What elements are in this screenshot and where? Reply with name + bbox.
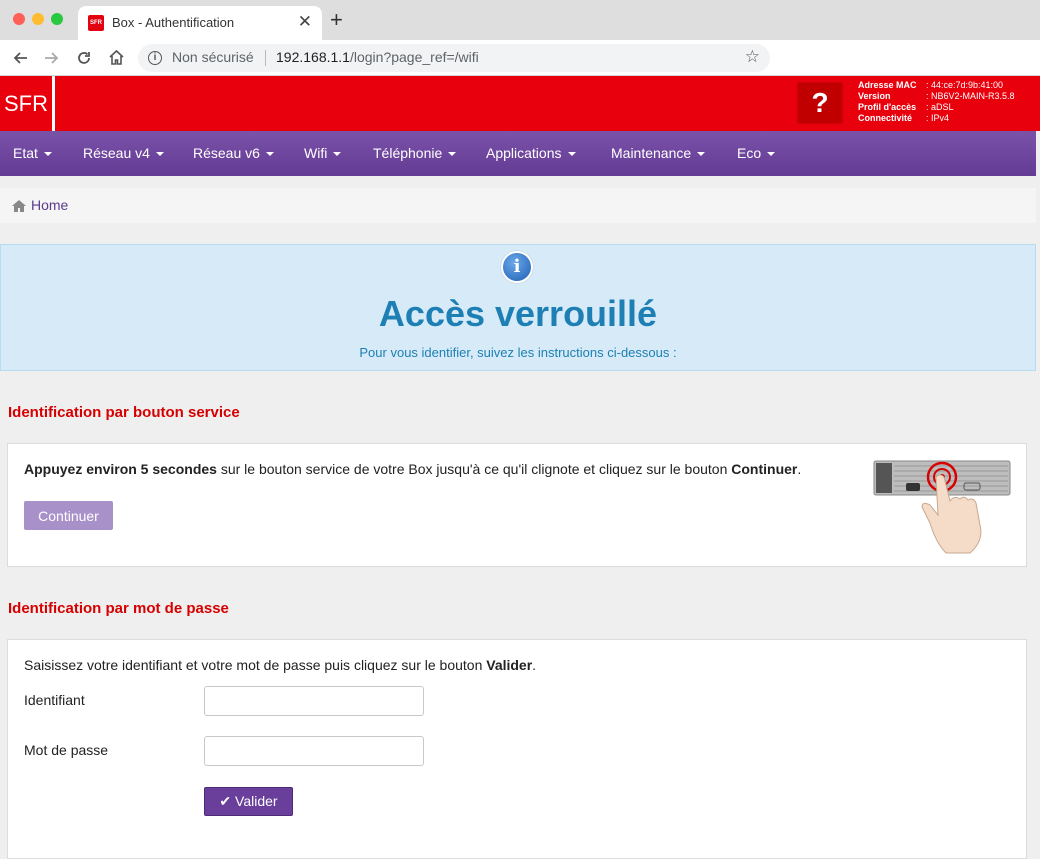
back-arrow-icon[interactable]	[12, 50, 28, 66]
close-tab-icon[interactable]: ✕	[298, 12, 312, 32]
address-bar[interactable]: i Non sécurisé 192.168.1.1/login?page_re…	[138, 44, 770, 72]
password-section-title: Identification par mot de passe	[8, 600, 229, 617]
identifiant-label: Identifiant	[24, 692, 85, 708]
password-label: Mot de passe	[24, 742, 109, 758]
alert-subtitle: Pour vous identifier, suivez les instruc…	[359, 345, 677, 360]
check-icon: ✔	[219, 793, 236, 809]
breadcrumb-home-link[interactable]: Home	[31, 197, 68, 213]
caret-down-icon	[767, 152, 776, 157]
menu-item-wifi[interactable]: Wifi	[304, 145, 342, 161]
reload-icon[interactable]	[76, 50, 92, 66]
menu-item-etat[interactable]: Etat	[13, 145, 52, 161]
home-icon	[12, 200, 26, 212]
continuer-button[interactable]: Continuer	[24, 501, 113, 530]
password-instructions: Saisissez votre identifiant et votre mot…	[24, 657, 537, 673]
caret-down-icon	[697, 152, 706, 157]
separator	[265, 50, 266, 66]
menu-item-reseau-v6[interactable]: Réseau v6	[193, 145, 274, 161]
menu-item-maintenance[interactable]: Maintenance	[611, 145, 706, 161]
site-info-icon[interactable]: i	[148, 51, 162, 65]
maximize-window-button[interactable]	[51, 13, 63, 25]
locked-alert: i Accès verrouillé Pour vous identifier,…	[0, 244, 1036, 371]
sfr-favicon-icon: SFR	[88, 15, 104, 31]
menu-item-eco[interactable]: Eco	[737, 145, 776, 161]
identifiant-input[interactable]	[204, 686, 424, 716]
menu-item-reseau-v4[interactable]: Réseau v4	[83, 145, 164, 161]
sfr-header: SFR ? Adresse MAC: 44:ce:7d:9b:41:00 Ver…	[0, 76, 1040, 131]
forward-arrow-icon[interactable]	[44, 50, 60, 66]
caret-down-icon	[265, 152, 274, 157]
caret-down-icon	[155, 152, 164, 157]
info-icon: i	[501, 251, 533, 283]
tab-title: Box - Authentification	[112, 15, 235, 30]
caret-down-icon	[43, 152, 52, 157]
new-tab-icon[interactable]: +	[330, 8, 343, 32]
menu-item-applications[interactable]: Applications	[486, 145, 576, 161]
valider-button[interactable]: ✔ Valider	[204, 787, 293, 816]
device-info-row: Profil d'accès: aDSL	[858, 102, 954, 112]
caret-down-icon	[333, 152, 342, 157]
main-menu: Etat Réseau v4 Réseau v6 Wifi Téléphonie…	[0, 131, 1036, 176]
menu-item-telephonie[interactable]: Téléphonie	[373, 145, 457, 161]
caret-down-icon	[448, 152, 457, 157]
url-text: 192.168.1.1/login?page_ref=/wifi	[276, 49, 479, 65]
password-input[interactable]	[204, 736, 424, 766]
home-icon[interactable]	[108, 49, 125, 66]
service-instructions: Appuyez environ 5 secondes sur le bouton…	[24, 461, 802, 477]
breadcrumb: Home	[0, 188, 1036, 223]
caret-down-icon	[567, 152, 576, 157]
device-info: Adresse MAC: 44:ce:7d:9b:41:00 Version: …	[858, 80, 1015, 124]
bookmark-star-icon[interactable]: ☆	[745, 47, 760, 67]
device-info-row: Version: NB6V2-MAIN-R3.5.8	[858, 91, 1015, 101]
security-label: Non sécurisé	[172, 49, 254, 65]
browser-tabbar: SFR Box - Authentification ✕ +	[0, 0, 1040, 40]
browser-tab[interactable]: SFR Box - Authentification ✕	[78, 6, 322, 40]
browser-toolbar: i Non sécurisé 192.168.1.1/login?page_re…	[0, 40, 1040, 76]
alert-title: Accès verrouillé	[378, 293, 658, 334]
close-window-button[interactable]	[13, 13, 25, 25]
sfr-logo[interactable]: SFR	[0, 76, 55, 131]
help-button[interactable]: ?	[798, 83, 842, 123]
service-section-title: Identification par bouton service	[8, 404, 240, 421]
box-service-button-icon	[873, 460, 1011, 554]
device-info-row: Adresse MAC: 44:ce:7d:9b:41:00	[858, 80, 1004, 90]
minimize-window-button[interactable]	[32, 13, 44, 25]
device-info-row: Connectivité: IPv4	[858, 113, 950, 123]
